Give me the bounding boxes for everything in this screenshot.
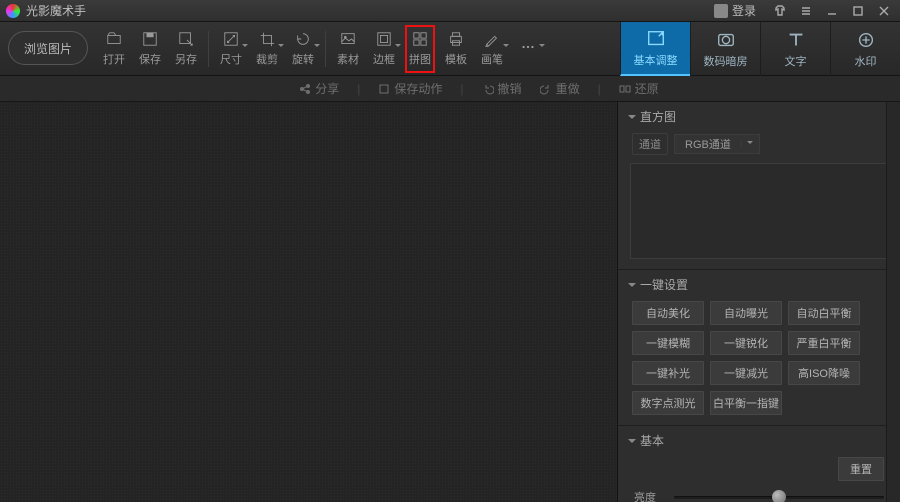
canvas-area[interactable] — [0, 102, 618, 502]
tool-brush[interactable]: 画笔 — [474, 22, 510, 76]
oneclick-btn-3[interactable]: 一键模糊 — [632, 331, 704, 355]
text-tab-icon — [785, 30, 807, 50]
close-button[interactable] — [874, 4, 894, 18]
login-label: 登录 — [732, 2, 756, 19]
brightness-label: 亮度 — [634, 489, 664, 502]
more-icon — [519, 39, 537, 55]
tool-print[interactable]: 模板 — [438, 22, 474, 76]
frame-icon — [375, 31, 393, 47]
tool-collage[interactable]: 拼图 — [402, 22, 438, 76]
oneclick-btn-0[interactable]: 自动美化 — [632, 301, 704, 325]
tool-rotate[interactable]: 旋转 — [285, 22, 321, 76]
chevron-down-icon — [741, 141, 759, 147]
redo-button[interactable]: 重做 — [540, 80, 580, 97]
share-button[interactable]: 分享 — [299, 80, 339, 97]
oneclick-btn-7[interactable]: 一键减光 — [710, 361, 782, 385]
material-icon — [339, 31, 357, 47]
crop-icon — [258, 31, 276, 47]
open-icon — [105, 31, 123, 47]
compare-button[interactable]: 还原 — [619, 80, 659, 97]
rotate-icon — [294, 31, 312, 47]
menu-button[interactable] — [796, 4, 816, 18]
oneclick-btn-5[interactable]: 严重白平衡 — [788, 331, 860, 355]
channel-select[interactable]: RGB通道 — [674, 134, 760, 154]
tool-more[interactable] — [510, 22, 546, 76]
brush-icon — [483, 31, 501, 47]
app-logo-icon — [6, 4, 20, 18]
oneclick-btn-10[interactable]: 白平衡一指键 — [710, 391, 782, 415]
basic-header[interactable]: 基本 — [628, 432, 890, 449]
saveas-icon — [177, 31, 195, 47]
oneclick-btn-8[interactable]: 高ISO降噪 — [788, 361, 860, 385]
tab-basic[interactable]: 基本调整 — [620, 22, 690, 76]
watermark-tab-icon — [855, 30, 877, 50]
maximize-button[interactable] — [848, 4, 868, 18]
minimize-button[interactable] — [822, 4, 842, 18]
app-title: 光影魔术手 — [26, 2, 86, 19]
darkroom-tab-icon — [715, 30, 737, 50]
tool-size[interactable]: 尺寸 — [213, 22, 249, 76]
login-button[interactable]: 登录 — [714, 2, 756, 19]
user-icon — [714, 4, 728, 18]
reset-button[interactable]: 重置 — [838, 457, 884, 481]
tab-watermark[interactable]: 水印 — [830, 22, 900, 76]
save-icon — [141, 31, 159, 47]
oneclick-btn-6[interactable]: 一键补光 — [632, 361, 704, 385]
oneclick-btn-9[interactable]: 数字点测光 — [632, 391, 704, 415]
tool-material[interactable]: 素材 — [330, 22, 366, 76]
oneclick-btn-2[interactable]: 自动白平衡 — [788, 301, 860, 325]
size-icon — [222, 31, 240, 47]
basic-tab-icon — [645, 29, 667, 49]
channel-label: 通道 — [632, 133, 668, 155]
collage-icon — [411, 31, 429, 47]
tool-saveas[interactable]: 另存 — [168, 22, 204, 76]
oneclick-btn-1[interactable]: 自动曝光 — [710, 301, 782, 325]
tab-text[interactable]: 文字 — [760, 22, 830, 76]
tool-save[interactable]: 保存 — [132, 22, 168, 76]
print-icon — [447, 31, 465, 47]
browse-button[interactable]: 浏览图片 — [8, 31, 88, 65]
oneclick-header[interactable]: 一键设置 — [628, 276, 890, 293]
save-action-button[interactable]: 保存动作 — [378, 80, 442, 97]
tool-open[interactable]: 打开 — [96, 22, 132, 76]
brightness-slider[interactable] — [674, 489, 884, 502]
undo-button[interactable]: 撤销 — [482, 80, 522, 97]
tool-crop[interactable]: 裁剪 — [249, 22, 285, 76]
histogram-display — [630, 163, 888, 259]
oneclick-btn-4[interactable]: 一键锐化 — [710, 331, 782, 355]
skin-button[interactable] — [770, 4, 790, 18]
tab-darkroom[interactable]: 数码暗房 — [690, 22, 760, 76]
histogram-header[interactable]: 直方图 — [628, 108, 890, 125]
tool-frame[interactable]: 边框 — [366, 22, 402, 76]
side-scrollbar[interactable] — [886, 102, 900, 502]
